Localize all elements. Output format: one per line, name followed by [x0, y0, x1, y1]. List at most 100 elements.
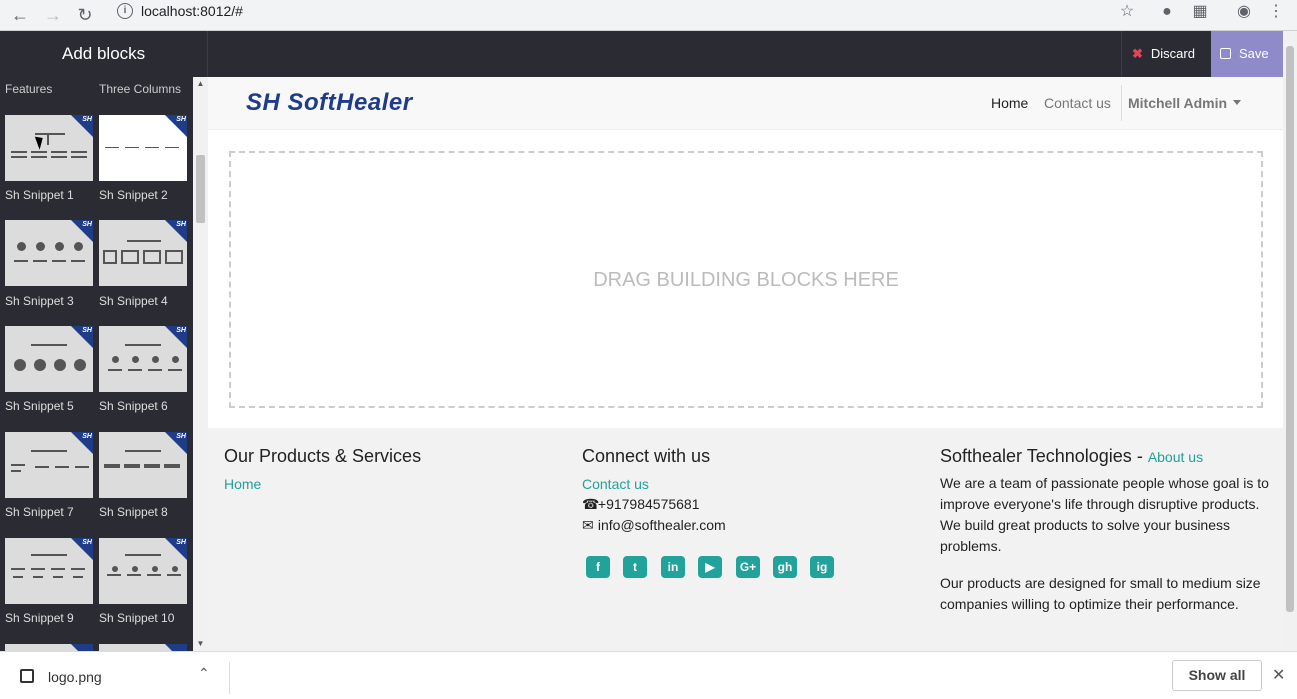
divider	[229, 662, 230, 694]
sh-badge-text: SH	[176, 116, 186, 123]
sh-badge-text: SH	[82, 433, 92, 440]
thumb-line	[144, 464, 160, 468]
snippet-thumbnail[interactable]: SH	[5, 432, 93, 498]
download-filename[interactable]: logo.png	[48, 669, 102, 685]
thumb-line	[11, 156, 27, 158]
snippet-thumbnail[interactable]: SH	[5, 538, 93, 604]
thumb-line	[31, 568, 45, 570]
thumb-dot	[132, 566, 138, 572]
close-icon[interactable]: ✕	[1272, 665, 1285, 685]
sh-badge-text: SH	[82, 327, 92, 334]
sidebar-scroll-thumb[interactable]	[196, 155, 205, 223]
snippet-label: Sh Snippet 4	[99, 294, 168, 308]
snippet-label: Sh Snippet 5	[5, 399, 74, 413]
sh-badge-text: SH	[82, 539, 92, 546]
thumb-line	[75, 466, 89, 468]
snippet-label: Sh Snippet 9	[5, 611, 74, 625]
thumb-box	[165, 250, 183, 264]
nav-contact[interactable]: Contact us	[1044, 95, 1111, 111]
footer-contact-link[interactable]: Contact us	[582, 476, 649, 492]
github-icon[interactable]: gh	[773, 556, 797, 578]
menu-icon[interactable]: ⋮	[1266, 2, 1286, 22]
company-logo[interactable]: SH SoftHealer	[246, 89, 413, 117]
thumb-dot	[34, 359, 46, 371]
thumb-line	[164, 464, 180, 468]
snippet-thumbnail[interactable]: SH	[99, 432, 187, 498]
sh-badge-text: SH	[176, 327, 186, 334]
about-us-link[interactable]: About us	[1148, 449, 1203, 465]
snippet-thumbnail[interactable]: SH	[5, 115, 93, 181]
footer-home-link[interactable]: Home	[224, 476, 261, 492]
thumb-dot	[112, 356, 119, 363]
logo-text: SoftHealer	[287, 89, 413, 116]
snippet-thumbnail[interactable]: SH	[5, 220, 93, 286]
site-info-icon[interactable]: i	[117, 3, 133, 19]
snippet-thumbnail[interactable]: SH	[99, 115, 187, 181]
thumb-dot	[14, 359, 26, 371]
sh-badge-text: SH	[176, 433, 186, 440]
address-bar[interactable]: localhost:8012/#	[141, 3, 243, 19]
thumb-dot	[74, 242, 83, 251]
thumb-dot	[36, 242, 45, 251]
thumb-line	[127, 574, 141, 576]
thumb-line	[14, 260, 28, 262]
category-three-columns: Three Columns	[99, 82, 182, 96]
thumb-line	[33, 576, 43, 578]
footer-paragraph-1: We are a team of passionate people whose…	[940, 475, 1269, 554]
scroll-up-icon[interactable]: ▲	[193, 77, 208, 91]
sh-badge	[165, 644, 187, 651]
snippet-thumbnail[interactable]	[5, 644, 93, 651]
snippet-thumbnail[interactable]: SH	[99, 326, 187, 392]
chevron-up-icon[interactable]: ⌃	[198, 665, 210, 682]
thumb-line	[47, 135, 49, 145]
blocks-sidebar: Features Three Columns SH Sh Snippet 1 S…	[0, 77, 208, 651]
account-icon[interactable]: ◉	[1234, 2, 1254, 22]
show-all-button[interactable]: Show all	[1172, 660, 1262, 691]
snippet-thumbnail[interactable]: SH	[99, 220, 187, 286]
back-icon[interactable]: ←	[8, 3, 32, 27]
star-icon[interactable]: ☆	[1117, 2, 1137, 22]
snippet-thumbnail[interactable]: SH	[99, 538, 187, 604]
nav-home[interactable]: Home	[991, 95, 1028, 111]
snippet-label: Sh Snippet 2	[99, 188, 168, 202]
thumb-line	[71, 151, 87, 153]
email-address: info@softhealer.com	[597, 517, 726, 533]
crop-icon[interactable]: ▦	[1190, 2, 1210, 22]
facebook-icon[interactable]: f	[586, 556, 610, 578]
thumb-line	[107, 574, 121, 576]
sh-badge-text: SH	[82, 221, 92, 228]
sh-badge-text: SH	[82, 116, 92, 123]
thumb-line	[125, 450, 161, 452]
discard-label: Discard	[1150, 46, 1195, 61]
thumb-line	[51, 568, 65, 570]
company-name: Softhealer Technologies	[940, 446, 1132, 466]
thumb-line	[124, 464, 140, 468]
linkedin-icon[interactable]: in	[661, 556, 685, 578]
thumb-line	[31, 156, 47, 158]
site-footer: Our Products & Services Home Connect wit…	[208, 428, 1283, 651]
thumb-line	[125, 147, 139, 148]
twitter-icon[interactable]: t	[623, 556, 647, 578]
google-plus-icon[interactable]: G+	[736, 556, 760, 578]
snippet-thumbnail[interactable]	[99, 644, 187, 651]
page-scroll-thumb[interactable]	[1286, 46, 1294, 612]
user-menu[interactable]: Mitchell Admin	[1128, 95, 1242, 111]
thumb-dot	[172, 566, 178, 572]
snippet-label: Sh Snippet 10	[99, 611, 175, 625]
instagram-icon[interactable]: ig	[810, 556, 834, 578]
thumb-dot	[152, 356, 159, 363]
drop-zone[interactable]: DRAG BUILDING BLOCKS HERE	[229, 151, 1263, 408]
forward-icon[interactable]: →	[41, 3, 65, 27]
thumb-line	[35, 466, 49, 468]
site-header: SH SoftHealer Home Contact us Mitchell A…	[208, 77, 1283, 130]
extension-icon[interactable]: ●	[1157, 2, 1177, 22]
snippet-thumbnail[interactable]: SH	[5, 326, 93, 392]
title-separator: -	[1131, 446, 1148, 466]
browser-toolbar: ← → ↻ i localhost:8012/# ☆ ● ▦ ◉ ⋮	[0, 0, 1297, 31]
snippet-label: Sh Snippet 1	[5, 188, 74, 202]
discard-button[interactable]: ✖ Discard	[1121, 31, 1211, 77]
scroll-down-icon[interactable]: ▼	[193, 637, 208, 651]
reload-icon[interactable]: ↻	[73, 3, 97, 27]
youtube-icon[interactable]: ▶	[698, 556, 722, 578]
save-button[interactable]: Save	[1211, 31, 1283, 77]
